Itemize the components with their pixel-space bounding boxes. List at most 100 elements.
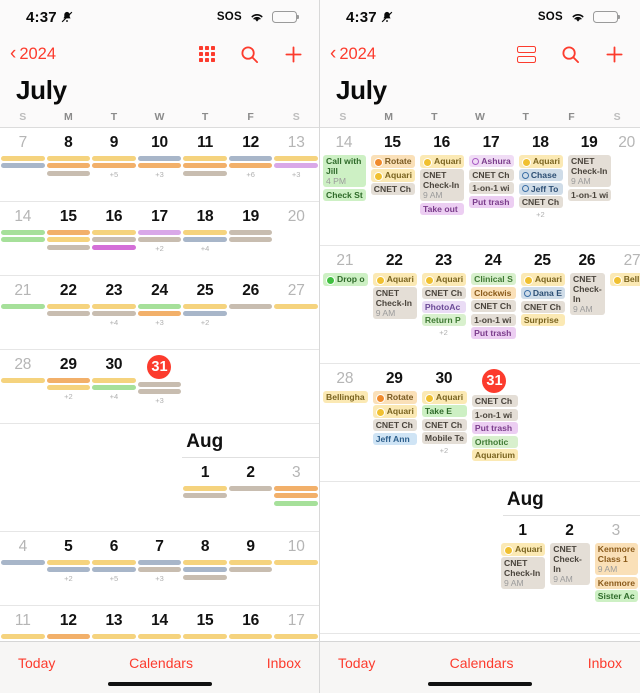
day-cell[interactable]: 3 bbox=[273, 458, 319, 531]
event-chip[interactable]: Aquari bbox=[370, 169, 415, 182]
event-chip[interactable]: CNET Ch bbox=[421, 287, 467, 300]
day-cell[interactable] bbox=[0, 458, 46, 531]
event-bar[interactable] bbox=[46, 385, 91, 391]
event-bar[interactable] bbox=[46, 163, 91, 169]
event-bar[interactable] bbox=[183, 560, 227, 565]
event-chip[interactable]: Rotate bbox=[370, 155, 415, 168]
day-cell[interactable] bbox=[228, 350, 274, 423]
event-chip[interactable]: Kenmore bbox=[594, 576, 638, 589]
event-bar[interactable] bbox=[1, 230, 45, 235]
event-chip[interactable]: CNET Ch bbox=[471, 395, 519, 407]
back-to-year-button[interactable]: ‹ 2024 bbox=[330, 44, 376, 64]
day-cell[interactable]: 6 +5 bbox=[91, 532, 137, 605]
event-chip[interactable]: Dana E bbox=[520, 287, 566, 300]
day-cell[interactable]: 6 bbox=[411, 634, 457, 641]
day-cell[interactable]: 14 bbox=[0, 202, 46, 275]
event-bar[interactable] bbox=[183, 237, 227, 243]
day-cell[interactable]: 16+3 bbox=[228, 606, 274, 641]
event-bar[interactable] bbox=[228, 230, 273, 235]
tab-calendars[interactable]: Calendars bbox=[129, 655, 193, 671]
event-bar[interactable] bbox=[92, 156, 136, 161]
day-cell[interactable]: 21 Drop o bbox=[320, 246, 370, 363]
event-bar[interactable] bbox=[92, 163, 136, 169]
event-chip[interactable]: Return P bbox=[421, 314, 467, 327]
day-cell[interactable] bbox=[454, 516, 499, 633]
day-cell[interactable]: 26 CNET Check-In 9 AM bbox=[567, 246, 607, 363]
event-bar[interactable] bbox=[92, 304, 136, 309]
event-bar[interactable] bbox=[137, 304, 182, 309]
event-chip[interactable]: CNET Ch bbox=[518, 196, 564, 209]
event-chip[interactable]: Jeff To bbox=[518, 182, 564, 195]
list-view-icon[interactable] bbox=[517, 45, 536, 63]
event-chip[interactable]: Aquari bbox=[421, 391, 467, 404]
day-cell[interactable]: 1 bbox=[182, 458, 228, 531]
day-cell[interactable]: 7 bbox=[0, 128, 46, 201]
event-chip[interactable]: Jeff Ann bbox=[372, 432, 417, 445]
event-bar[interactable] bbox=[183, 574, 227, 580]
day-cell[interactable]: 19 bbox=[228, 202, 274, 275]
day-cell[interactable]: 9 +5 bbox=[91, 128, 137, 201]
day-cell[interactable] bbox=[273, 350, 319, 423]
event-chip[interactable]: Drop o bbox=[323, 273, 368, 286]
event-bar[interactable] bbox=[137, 389, 182, 395]
day-cell[interactable]: 24 Clinical S Clockwis CNET Ch 1-on-1 wi Put … bbox=[468, 246, 518, 363]
day-cell[interactable]: 11 bbox=[0, 606, 46, 641]
plus-icon[interactable] bbox=[284, 45, 303, 64]
event-bar[interactable] bbox=[274, 486, 318, 491]
tab-inbox[interactable]: Inbox bbox=[267, 655, 301, 671]
event-bar[interactable] bbox=[92, 244, 136, 250]
day-cell[interactable]: 27 Belling bbox=[607, 246, 640, 363]
day-cell[interactable]: 13 +3 bbox=[273, 128, 319, 201]
plus-icon[interactable] bbox=[605, 45, 624, 64]
event-bar[interactable] bbox=[46, 311, 91, 317]
event-bar[interactable] bbox=[137, 560, 182, 565]
event-chip[interactable]: Bellingha bbox=[323, 391, 368, 403]
day-cell[interactable]: 17 Ashura CNET Ch 1-on-1 wi Put trash bbox=[466, 128, 516, 245]
day-cell[interactable]: 15 bbox=[46, 202, 92, 275]
event-bar[interactable] bbox=[183, 634, 227, 639]
event-chip[interactable]: Clinical S bbox=[471, 273, 516, 285]
event-chip[interactable]: CNET Check-In 9 AM bbox=[420, 169, 465, 202]
day-cell[interactable]: 30 +4 bbox=[91, 350, 137, 423]
event-bar[interactable] bbox=[228, 156, 273, 161]
event-bar[interactable] bbox=[137, 237, 182, 243]
event-bar[interactable] bbox=[46, 170, 91, 176]
tab-today[interactable]: Today bbox=[338, 655, 375, 671]
day-cell[interactable]: 18 +4 bbox=[182, 202, 228, 275]
day-cell[interactable]: 24 +3 bbox=[137, 276, 183, 349]
day-cell[interactable]: 10 bbox=[273, 532, 319, 605]
event-bar[interactable] bbox=[1, 237, 45, 243]
event-chip[interactable]: 1-on-1 wi bbox=[568, 188, 612, 201]
day-cell[interactable]: 28 bbox=[0, 350, 46, 423]
event-bar[interactable] bbox=[92, 237, 136, 243]
day-cell[interactable]: 26 bbox=[228, 276, 274, 349]
day-cell[interactable]: 20 bbox=[613, 128, 640, 245]
event-bar[interactable] bbox=[92, 230, 136, 235]
event-chip[interactable]: 1-on-1 wi bbox=[471, 313, 516, 326]
event-bar[interactable] bbox=[183, 311, 227, 317]
day-cell[interactable]: 13+2 bbox=[91, 606, 137, 641]
day-cell[interactable] bbox=[46, 458, 92, 531]
day-cell[interactable]: 1 Aquari CNET Check-In 9 AM bbox=[498, 516, 547, 633]
event-bar[interactable] bbox=[46, 304, 91, 309]
day-cell[interactable]: 2 bbox=[228, 458, 274, 531]
day-cell[interactable]: 12+3 bbox=[46, 606, 92, 641]
search-icon[interactable] bbox=[240, 45, 259, 64]
event-chip[interactable]: Surprise bbox=[520, 314, 566, 327]
event-chip[interactable]: Rotate bbox=[372, 391, 417, 404]
event-chip[interactable]: Mobile Te bbox=[421, 432, 467, 445]
event-chip[interactable]: Take E bbox=[421, 405, 467, 418]
event-bar[interactable] bbox=[92, 385, 136, 391]
event-chip[interactable]: CNET Ch bbox=[471, 300, 516, 313]
day-cell[interactable] bbox=[320, 516, 365, 633]
event-bar[interactable] bbox=[46, 237, 91, 243]
event-bar[interactable] bbox=[46, 634, 91, 639]
event-bar[interactable] bbox=[92, 567, 136, 573]
event-bar[interactable] bbox=[228, 567, 273, 573]
day-cell[interactable]: 3 Kenmore Class 19 AM Kenmore Sister Ac bbox=[592, 516, 640, 633]
event-chip[interactable]: CNET Check-In 9 AM bbox=[568, 155, 612, 187]
day-cell[interactable]: 15 Rotate Aquari CNET Ch bbox=[368, 128, 417, 245]
day-cell[interactable]: 29 +2 bbox=[46, 350, 92, 423]
tab-today[interactable]: Today bbox=[18, 655, 55, 671]
day-cell[interactable]: 16 Aquari CNET Check-In 9 AM Take out bbox=[417, 128, 466, 245]
